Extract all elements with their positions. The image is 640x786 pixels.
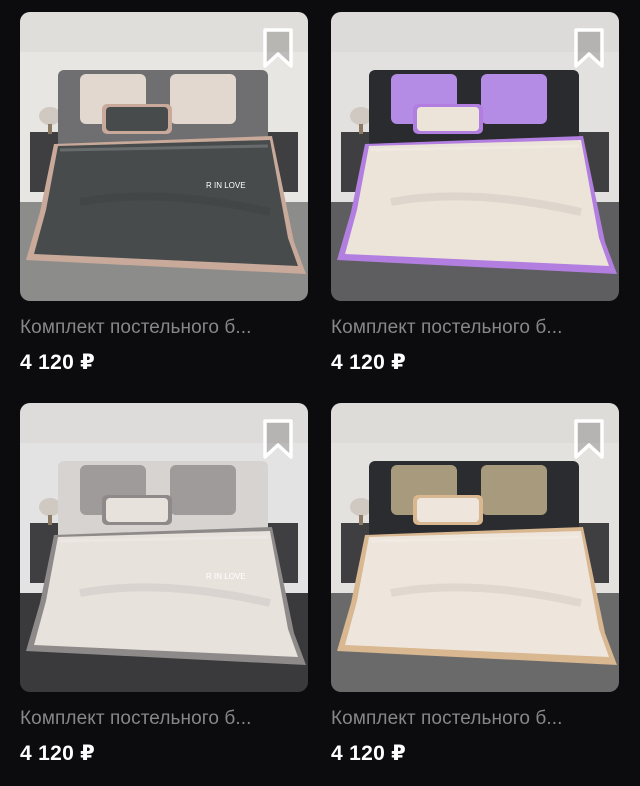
product-price: 4 120 ₽ (20, 742, 96, 765)
product-title[interactable]: Комплект постельного б... (20, 708, 308, 730)
bookmark-icon[interactable] (258, 417, 298, 461)
product-title[interactable]: Комплект постельного б... (331, 708, 619, 730)
bookmark-icon[interactable] (569, 26, 609, 70)
product-price: 4 120 ₽ (331, 351, 407, 374)
product-title[interactable]: Комплект постельного б... (331, 317, 619, 339)
product-price: 4 120 ₽ (20, 351, 96, 374)
embroidery-text: R IN LOVE (206, 181, 246, 190)
embroidery-text: R IN LOVE (206, 572, 246, 581)
bookmark-icon[interactable] (569, 417, 609, 461)
product-price: 4 120 ₽ (331, 742, 407, 765)
product-title[interactable]: Комплект постельного б... (20, 317, 308, 339)
product-card[interactable]: R IN LOVE Комплект постельного б... 4 12… (20, 403, 308, 766)
product-grid: R IN LOVE Комплект постельного б... 4 12… (0, 0, 640, 786)
product-card[interactable]: Комплект постельного б... 4 120 ₽ (331, 403, 619, 766)
bookmark-icon[interactable] (258, 26, 298, 70)
product-card[interactable]: Комплект постельного б... 4 120 ₽ (331, 12, 619, 375)
product-card[interactable]: R IN LOVE Комплект постельного б... 4 12… (20, 12, 308, 375)
